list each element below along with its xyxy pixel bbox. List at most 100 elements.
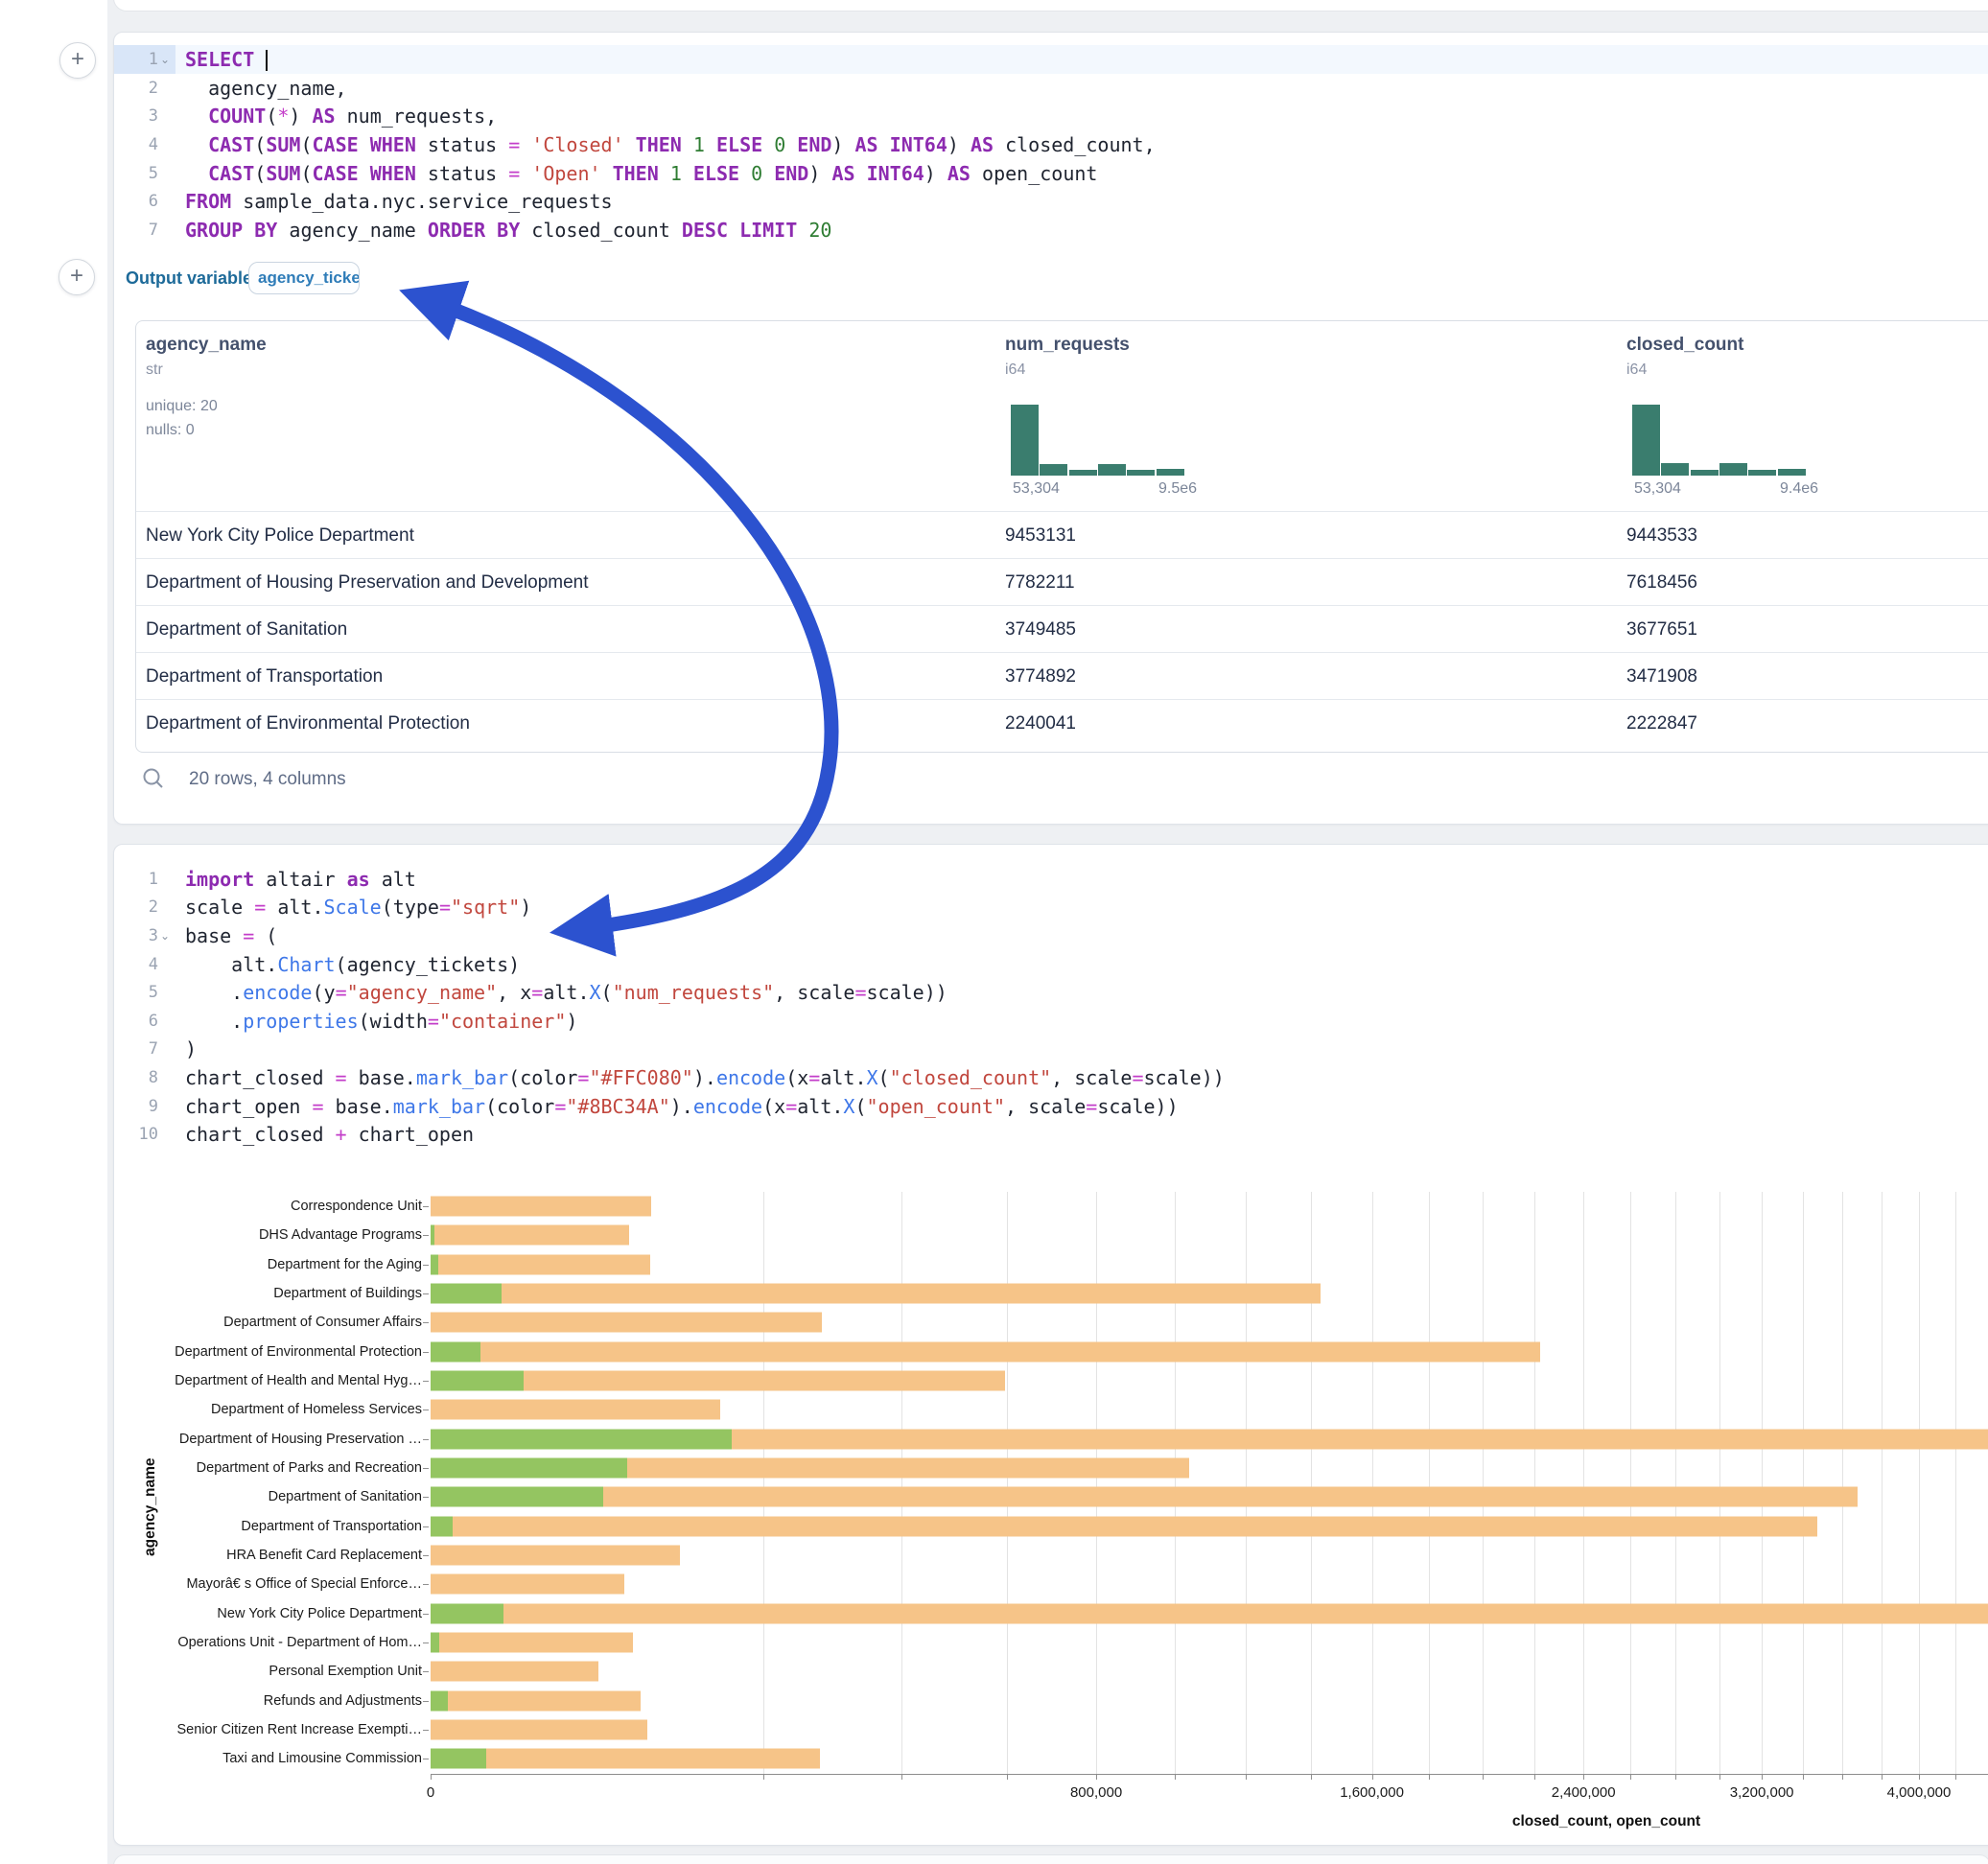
bar-closed_count[interactable]: [431, 1662, 598, 1682]
y-tick: [423, 1614, 429, 1615]
gridline: [1955, 1192, 1956, 1774]
y-tick: [423, 1322, 429, 1323]
bar-closed_count[interactable]: [431, 1225, 629, 1246]
bar-open_count[interactable]: [431, 1633, 439, 1653]
table-cell: 3749485: [1005, 606, 1076, 653]
code-line[interactable]: 7): [114, 1036, 1988, 1064]
gridline: [1762, 1192, 1763, 1774]
line-number: 5: [114, 978, 158, 1007]
x-axis-label: 2,400,000: [1552, 1784, 1616, 1801]
sql-cell-card: 1⌄SELECT 2 agency_name,3 COUNT(*) AS num…: [113, 32, 1988, 825]
code-line[interactable]: 4 CAST(SUM(CASE WHEN status = 'Closed' T…: [114, 130, 1988, 159]
code-line[interactable]: 2 agency_name,: [114, 74, 1988, 103]
previous-cell-edge: [113, 0, 1988, 12]
bar-open_count[interactable]: [431, 1516, 453, 1536]
bar-open_count[interactable]: [431, 1284, 502, 1304]
gridline: [1483, 1192, 1484, 1774]
bar-open_count[interactable]: [431, 1487, 603, 1507]
column-header[interactable]: agency_name: [146, 335, 267, 356]
column-header[interactable]: closed_count: [1626, 335, 1743, 356]
gridline: [1534, 1192, 1535, 1774]
bar-open_count[interactable]: [431, 1690, 448, 1711]
bar-closed_count[interactable]: [431, 1487, 1858, 1507]
collapse-chevron-icon[interactable]: ⌄: [158, 929, 175, 943]
bar-open_count[interactable]: [431, 1603, 503, 1623]
y-axis-label: New York City Police Department: [217, 1606, 422, 1621]
code-text: chart_closed = base.mark_bar(color="#FFC…: [175, 1066, 1225, 1089]
bar-closed_count[interactable]: [431, 1574, 624, 1595]
bar-open_count[interactable]: [431, 1458, 627, 1479]
search-icon[interactable]: [141, 766, 166, 791]
x-axis-title: closed_count, open_count: [1512, 1813, 1700, 1830]
y-tick: [423, 1730, 429, 1731]
bar-closed_count[interactable]: [431, 1720, 647, 1740]
code-line[interactable]: 5 .encode(y="agency_name", x=alt.X("num_…: [114, 978, 1988, 1007]
code-line[interactable]: 8chart_closed = base.mark_bar(color="#FF…: [114, 1063, 1988, 1092]
histogram-bar: [1632, 405, 1660, 476]
code-line[interactable]: 1⌄SELECT: [114, 45, 1988, 74]
sql-code-editor[interactable]: 1⌄SELECT 2 agency_name,3 COUNT(*) AS num…: [114, 45, 1988, 245]
code-text: CAST(SUM(CASE WHEN status = 'Closed' THE…: [175, 133, 1156, 156]
bar-closed_count[interactable]: [431, 1690, 641, 1711]
code-text: base = (: [175, 924, 277, 947]
gridline: [1429, 1192, 1430, 1774]
bar-closed_count[interactable]: [431, 1749, 820, 1769]
y-axis-label: Personal Exemption Unit: [269, 1664, 422, 1679]
output-variable-pill[interactable]: agency_tickets: [248, 262, 360, 294]
table-cell: Department of Environmental Protection: [146, 700, 470, 747]
bar-closed_count[interactable]: [431, 1400, 720, 1420]
code-line[interactable]: 6 .properties(width="container"): [114, 1007, 1988, 1036]
y-axis-label: Department of Homeless Services: [211, 1402, 422, 1417]
gridline: [763, 1192, 764, 1774]
bar-open_count[interactable]: [431, 1429, 732, 1449]
gridline: [901, 1192, 902, 1774]
y-tick: [423, 1468, 429, 1469]
code-line[interactable]: 9chart_open = base.mark_bar(color="#8BC3…: [114, 1092, 1988, 1121]
line-number: 4: [114, 950, 158, 979]
line-number: 7: [114, 216, 158, 245]
code-line[interactable]: 4 alt.Chart(agency_tickets): [114, 950, 1988, 979]
code-text: import altair as alt: [175, 868, 416, 891]
bar-open_count[interactable]: [431, 1225, 434, 1246]
bar-closed_count[interactable]: [431, 1284, 1321, 1304]
code-line[interactable]: 7GROUP BY agency_name ORDER BY closed_co…: [114, 216, 1988, 245]
bar-closed_count[interactable]: [431, 1633, 633, 1653]
column-histogram[interactable]: [1011, 405, 1184, 476]
altair-bar-chart: Correspondence UnitDHS Advantage Program…: [0, 1192, 1988, 1844]
line-number: 2: [114, 74, 158, 103]
bar-open_count[interactable]: [431, 1341, 480, 1362]
bar-closed_count[interactable]: [431, 1546, 680, 1566]
column-header[interactable]: num_requests: [1005, 335, 1130, 356]
y-axis-label: Department of Housing Preservation …: [179, 1432, 422, 1447]
bar-open_count[interactable]: [431, 1254, 438, 1274]
add-cell-button-middle[interactable]: +: [58, 259, 95, 295]
python-code-editor[interactable]: 1import altair as alt2scale = alt.Scale(…: [114, 865, 1988, 1149]
code-line[interactable]: 6FROM sample_data.nyc.service_requests: [114, 187, 1988, 216]
code-text: SELECT: [175, 48, 268, 72]
collapse-chevron-icon[interactable]: ⌄: [158, 53, 175, 66]
add-cell-button-top[interactable]: +: [59, 42, 96, 79]
bar-closed_count[interactable]: [431, 1603, 1988, 1623]
column-stat: unique: 20: [146, 398, 218, 415]
gridline: [1007, 1192, 1008, 1774]
bar-closed_count[interactable]: [431, 1313, 822, 1333]
code-line[interactable]: 1import altair as alt: [114, 865, 1988, 894]
code-line[interactable]: 2scale = alt.Scale(type="sqrt"): [114, 894, 1988, 922]
code-line[interactable]: 5 CAST(SUM(CASE WHEN status = 'Open' THE…: [114, 159, 1988, 188]
bar-closed_count[interactable]: [431, 1341, 1540, 1362]
x-axis-label: 4,000,000: [1887, 1784, 1952, 1801]
bar-closed_count[interactable]: [431, 1516, 1817, 1536]
table-row: Department of Environmental Protection22…: [136, 699, 1988, 747]
code-line[interactable]: 3⌄base = (: [114, 921, 1988, 950]
bar-closed_count[interactable]: [431, 1197, 651, 1217]
bar-open_count[interactable]: [431, 1749, 486, 1769]
code-line[interactable]: 3 COUNT(*) AS num_requests,: [114, 102, 1988, 130]
column-histogram[interactable]: [1632, 405, 1806, 476]
bar-closed_count[interactable]: [431, 1254, 650, 1274]
table-cell: New York City Police Department: [146, 512, 414, 559]
bar-open_count[interactable]: [431, 1371, 524, 1391]
code-line[interactable]: 10chart_closed + chart_open: [114, 1120, 1988, 1149]
gridline: [1096, 1192, 1097, 1774]
gridline: [1630, 1192, 1631, 1774]
line-number: 2: [114, 894, 158, 922]
